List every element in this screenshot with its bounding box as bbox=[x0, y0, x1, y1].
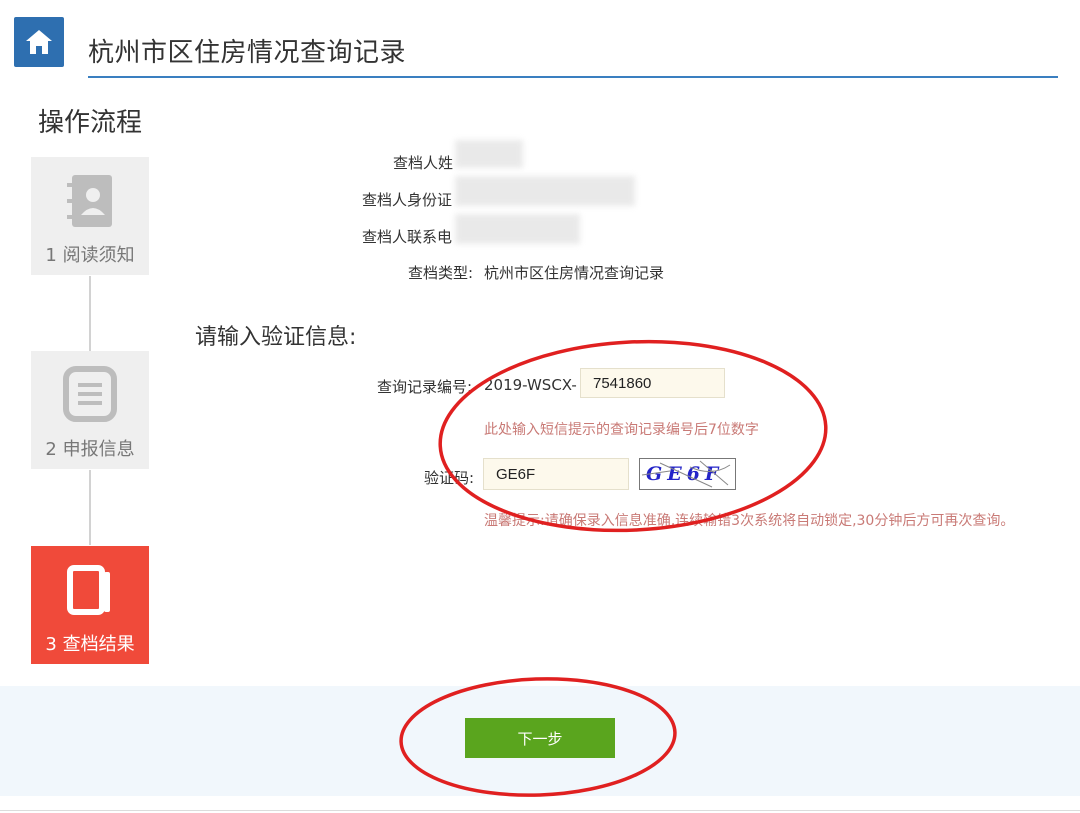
header-divider bbox=[88, 76, 1058, 78]
captcha-input[interactable] bbox=[483, 458, 629, 490]
lockout-warning: 温馨提示:请确保录入信息准确,连续输错3次系统将自动锁定,30分钟后方可再次查询… bbox=[484, 513, 1015, 529]
record-number-input[interactable] bbox=[580, 368, 725, 398]
captcha-image[interactable]: GE6F bbox=[639, 458, 736, 490]
book-icon bbox=[62, 560, 118, 620]
step-declare-info[interactable]: 2 申报信息 bbox=[31, 351, 149, 469]
step-label: 1 阅读须知 bbox=[45, 245, 135, 266]
step-label: 3 查档结果 bbox=[45, 634, 135, 655]
redacted-phone bbox=[455, 214, 580, 244]
redacted-id bbox=[455, 176, 635, 206]
contact-book-icon bbox=[62, 171, 118, 231]
record-number-prefix: 2019-WSCX- bbox=[484, 376, 577, 394]
bottom-divider bbox=[0, 810, 1080, 811]
record-number-label: 查询记录编号: bbox=[377, 378, 473, 396]
page-title: 杭州市区住房情况查询记录 bbox=[88, 38, 407, 68]
process-title: 操作流程 bbox=[38, 108, 143, 138]
captcha-label: 验证码: bbox=[424, 469, 475, 487]
redacted-name bbox=[455, 140, 523, 168]
list-document-icon bbox=[62, 365, 118, 425]
step-read-notice[interactable]: 1 阅读须知 bbox=[31, 157, 149, 275]
applicant-name-label: 查档人姓 bbox=[393, 154, 454, 172]
home-icon[interactable] bbox=[14, 17, 64, 67]
step-query-result[interactable]: 3 查档结果 bbox=[31, 546, 149, 664]
record-type-label: 查档类型: bbox=[408, 264, 474, 282]
applicant-id-label: 查档人身份证 bbox=[362, 191, 453, 209]
step-label: 2 申报信息 bbox=[45, 439, 135, 460]
verify-section-title: 请输入验证信息: bbox=[195, 325, 357, 350]
record-number-hint: 此处输入短信提示的查询记录编号后7位数字 bbox=[484, 422, 759, 438]
record-type-value: 杭州市区住房情况查询记录 bbox=[484, 264, 665, 282]
step-connector bbox=[89, 276, 91, 351]
next-step-button[interactable]: 下一步 bbox=[465, 718, 615, 758]
step-connector bbox=[89, 470, 91, 545]
applicant-phone-label: 查档人联系电 bbox=[362, 228, 453, 246]
